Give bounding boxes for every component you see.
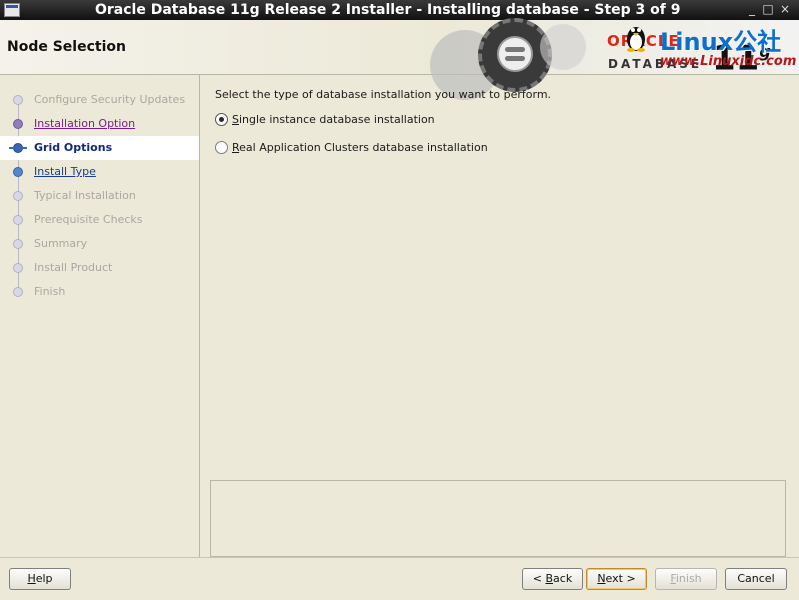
step-state-icon bbox=[13, 287, 23, 297]
rac-radio[interactable] bbox=[215, 141, 228, 154]
step-state-icon bbox=[13, 215, 23, 225]
instruction-text: Select the type of database installation… bbox=[215, 88, 552, 101]
next-button[interactable]: Next > bbox=[586, 568, 647, 590]
window-title: Oracle Database 11g Release 2 Installer … bbox=[95, 2, 681, 18]
step-label: Finish bbox=[34, 285, 66, 298]
gear-icon bbox=[540, 24, 586, 70]
step-label: Prerequisite Checks bbox=[34, 213, 143, 226]
step-installation-option[interactable]: Installation Option bbox=[0, 112, 199, 136]
step-label: Grid Options bbox=[34, 141, 113, 154]
step-state-icon bbox=[13, 95, 23, 105]
step-label: Configure Security Updates bbox=[34, 93, 186, 106]
step-label: Typical Installation bbox=[34, 189, 136, 202]
step-grid-options: Grid Options bbox=[0, 136, 199, 160]
close-button[interactable]: × bbox=[777, 1, 793, 17]
finish-button[interactable]: Finish bbox=[655, 568, 717, 590]
step-install-type[interactable]: Install Type bbox=[0, 160, 199, 184]
single-instance-label[interactable]: Single instance database installation bbox=[232, 111, 435, 129]
step-summary: Summary bbox=[0, 232, 199, 256]
cancel-button[interactable]: Cancel bbox=[725, 568, 787, 590]
help-button[interactable]: Help bbox=[9, 568, 71, 590]
footer-divider bbox=[0, 557, 799, 558]
page-title: Node Selection bbox=[7, 39, 126, 55]
step-label: Install Product bbox=[34, 261, 113, 274]
step-state-icon bbox=[9, 143, 27, 153]
step-label[interactable]: Install Type bbox=[34, 160, 96, 184]
window-menu-icon[interactable] bbox=[4, 3, 20, 17]
step-state-icon bbox=[13, 191, 23, 201]
watermark-logo: Linux公社 bbox=[660, 28, 782, 56]
rac-label[interactable]: Real Application Clusters database insta… bbox=[232, 139, 488, 157]
step-install-product: Install Product bbox=[0, 256, 199, 280]
maximize-button[interactable]: □ bbox=[760, 1, 776, 17]
step-state-icon bbox=[13, 167, 23, 177]
minimize-button[interactable]: _ bbox=[744, 1, 760, 17]
tux-penguin-icon bbox=[627, 27, 645, 52]
step-finish: Finish bbox=[0, 280, 199, 304]
step-prerequisite-checks: Prerequisite Checks bbox=[0, 208, 199, 232]
back-button[interactable]: < Back bbox=[522, 568, 583, 590]
step-state-icon bbox=[13, 239, 23, 249]
message-pane bbox=[210, 480, 786, 557]
step-label: Summary bbox=[34, 237, 88, 250]
single-instance-radio[interactable] bbox=[215, 113, 228, 126]
main-content: Select the type of database installation… bbox=[201, 75, 799, 557]
step-configure-security-updates: Configure Security Updates bbox=[0, 88, 199, 112]
step-state-icon bbox=[13, 119, 23, 129]
database-icon bbox=[497, 36, 533, 72]
step-typical-installation: Typical Installation bbox=[0, 184, 199, 208]
step-label[interactable]: Installation Option bbox=[34, 112, 135, 136]
watermark-url: www.Linuxidc.com bbox=[660, 54, 797, 69]
title-bar: Oracle Database 11g Release 2 Installer … bbox=[0, 0, 799, 20]
header-banner: Node Selection ORACLE DATABASE 11g Linux… bbox=[0, 18, 799, 100]
step-state-icon bbox=[13, 263, 23, 273]
step-sidebar: Configure Security Updates Installation … bbox=[0, 75, 200, 557]
